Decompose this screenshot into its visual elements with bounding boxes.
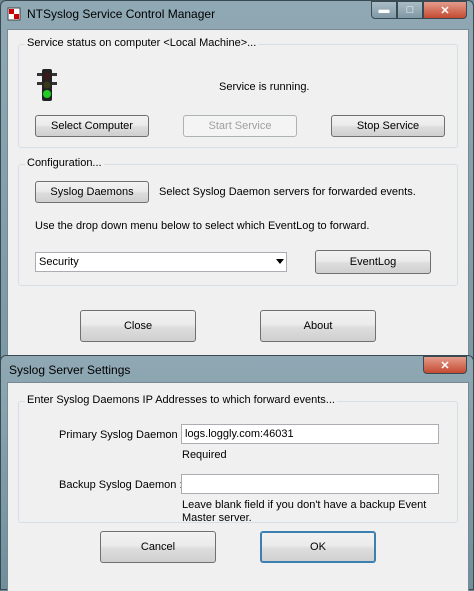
eventlog-button[interactable]: EventLog	[315, 250, 431, 274]
configuration-group: Configuration... Syslog Daemons Select S…	[18, 157, 458, 286]
dialog-close-button[interactable]: ✕	[423, 356, 467, 374]
cancel-button[interactable]: Cancel	[100, 531, 216, 563]
minimize-button[interactable]: ▬	[371, 1, 397, 19]
dialog-title-bar[interactable]: Syslog Server Settings ✕	[1, 356, 473, 382]
chevron-down-icon	[276, 259, 284, 264]
service-status-legend: Service status on computer <Local Machin…	[25, 37, 259, 49]
configuration-legend: Configuration...	[25, 157, 104, 169]
traffic-light-icon	[37, 69, 57, 101]
start-service-button[interactable]: Start Service	[183, 115, 297, 137]
dialog-client-area: Enter Syslog Daemons IP Addresses to whi…	[7, 382, 469, 591]
eventlog-dropdown-hint: Use the drop down menu below to select w…	[35, 220, 370, 232]
backup-note-line2: Master server.	[182, 512, 252, 524]
dialog-caption-buttons: ✕	[423, 356, 467, 376]
minimize-icon: ▬	[378, 4, 390, 16]
close-icon: ✕	[440, 359, 450, 372]
backup-daemon-input[interactable]	[181, 474, 439, 494]
syslog-daemons-button[interactable]: Syslog Daemons	[35, 181, 149, 203]
close-button[interactable]: Close	[80, 310, 196, 342]
maximize-button[interactable]: □	[397, 1, 423, 19]
primary-required-note: Required	[182, 449, 227, 461]
primary-daemon-value: logs.loggly.com:46031	[185, 428, 294, 440]
service-status-text: Service is running.	[219, 81, 310, 93]
ok-button[interactable]: OK	[260, 531, 376, 563]
about-button[interactable]: About	[260, 310, 376, 342]
close-window-button[interactable]: ✕	[423, 1, 467, 19]
syslog-daemons-description: Select Syslog Daemon servers for forward…	[159, 186, 416, 198]
app-shield-icon	[7, 7, 21, 21]
eventlog-select-value: Security	[39, 256, 79, 268]
main-title-bar[interactable]: NTSyslog Service Control Manager ▬ □ ✕	[1, 1, 473, 29]
backup-note-line1: Leave blank field if you don't have a ba…	[182, 499, 427, 511]
stop-service-button[interactable]: Stop Service	[331, 115, 445, 137]
select-computer-button[interactable]: Select Computer	[35, 115, 149, 137]
primary-daemon-input[interactable]: logs.loggly.com:46031	[181, 424, 439, 444]
primary-daemon-label: Primary Syslog Daemon :	[59, 429, 184, 441]
eventlog-select[interactable]: Security	[35, 252, 287, 272]
syslog-settings-dialog: Syslog Server Settings ✕ Enter Syslog Da…	[0, 355, 474, 591]
caption-buttons: ▬ □ ✕	[371, 1, 467, 21]
main-window-title: NTSyslog Service Control Manager	[27, 7, 216, 21]
close-icon: ✕	[440, 4, 450, 17]
service-status-group: Service status on computer <Local Machin…	[18, 37, 458, 148]
maximize-icon: □	[406, 4, 414, 16]
daemon-addresses-legend: Enter Syslog Daemons IP Addresses to whi…	[25, 394, 337, 406]
dialog-title: Syslog Server Settings	[9, 363, 131, 377]
daemon-addresses-group: Enter Syslog Daemons IP Addresses to whi…	[18, 394, 458, 524]
backup-daemon-label: Backup Syslog Daemon :	[59, 479, 183, 491]
